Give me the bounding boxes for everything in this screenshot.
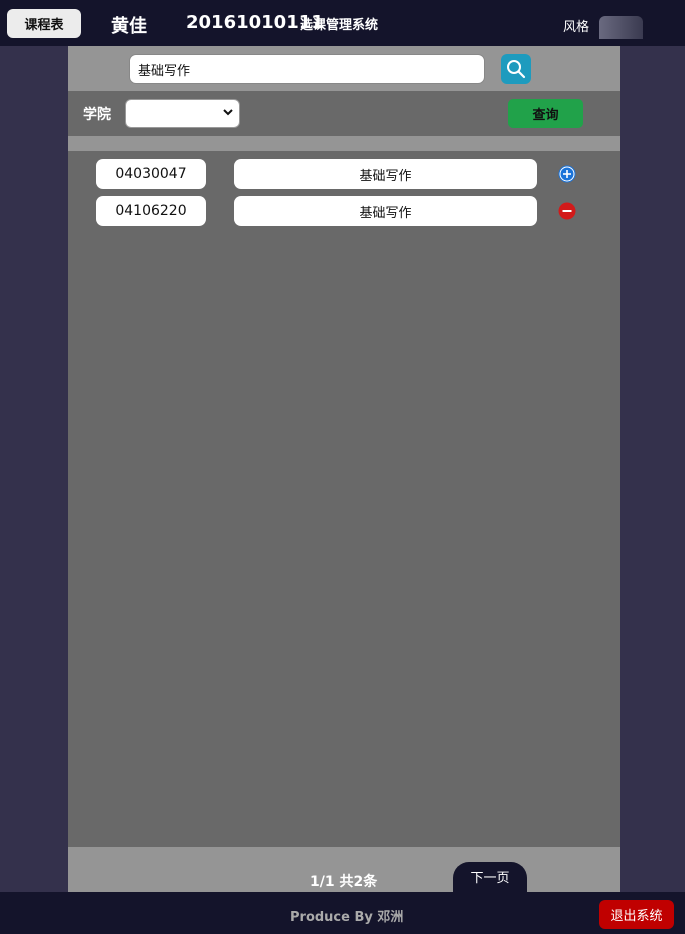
schedule-button[interactable]: 课程表 — [7, 9, 81, 38]
search-icon — [507, 60, 526, 79]
user-name: 黄佳 — [111, 16, 147, 37]
main-panel: 学院 查询 04030047 基础写作 04106220 基础写作 1/1 共2… — [68, 46, 620, 894]
query-button[interactable]: 查询 — [508, 99, 583, 128]
pagination: 1/1 共2条 下一页 — [68, 847, 620, 894]
search-bar — [68, 46, 620, 91]
course-row: 04030047 基础写作 — [68, 159, 620, 189]
college-label: 学院 — [83, 107, 111, 123]
course-code: 04030047 — [96, 159, 206, 189]
divider — [68, 136, 620, 151]
course-search-input[interactable] — [129, 54, 485, 84]
course-name: 基础写作 — [234, 159, 537, 189]
filter-bar: 学院 查询 — [68, 91, 620, 136]
footer: Produce By 邓洲 退出系统 — [0, 892, 685, 934]
college-select[interactable] — [125, 99, 240, 128]
course-code: 04106220 — [96, 196, 206, 226]
course-row: 04106220 基础写作 — [68, 196, 620, 226]
style-label: 风格 — [563, 20, 590, 35]
search-button[interactable] — [501, 54, 531, 84]
system-title: 选课管理系统 — [300, 18, 379, 33]
produce-credit: Produce By 邓洲 — [290, 910, 404, 925]
chevron-down-icon — [223, 109, 233, 116]
logout-button[interactable]: 退出系统 — [599, 900, 674, 929]
top-bar: 课程表 黄佳 20161010111 选课管理系统 风格 — [0, 0, 685, 46]
minus-circle-icon[interactable] — [558, 202, 576, 220]
style-switcher[interactable] — [599, 16, 643, 39]
page-info: 1/1 共2条 — [310, 874, 378, 890]
next-page-button[interactable]: 下一页 — [453, 862, 527, 894]
plus-circle-icon[interactable] — [558, 165, 576, 183]
course-name: 基础写作 — [234, 196, 537, 226]
